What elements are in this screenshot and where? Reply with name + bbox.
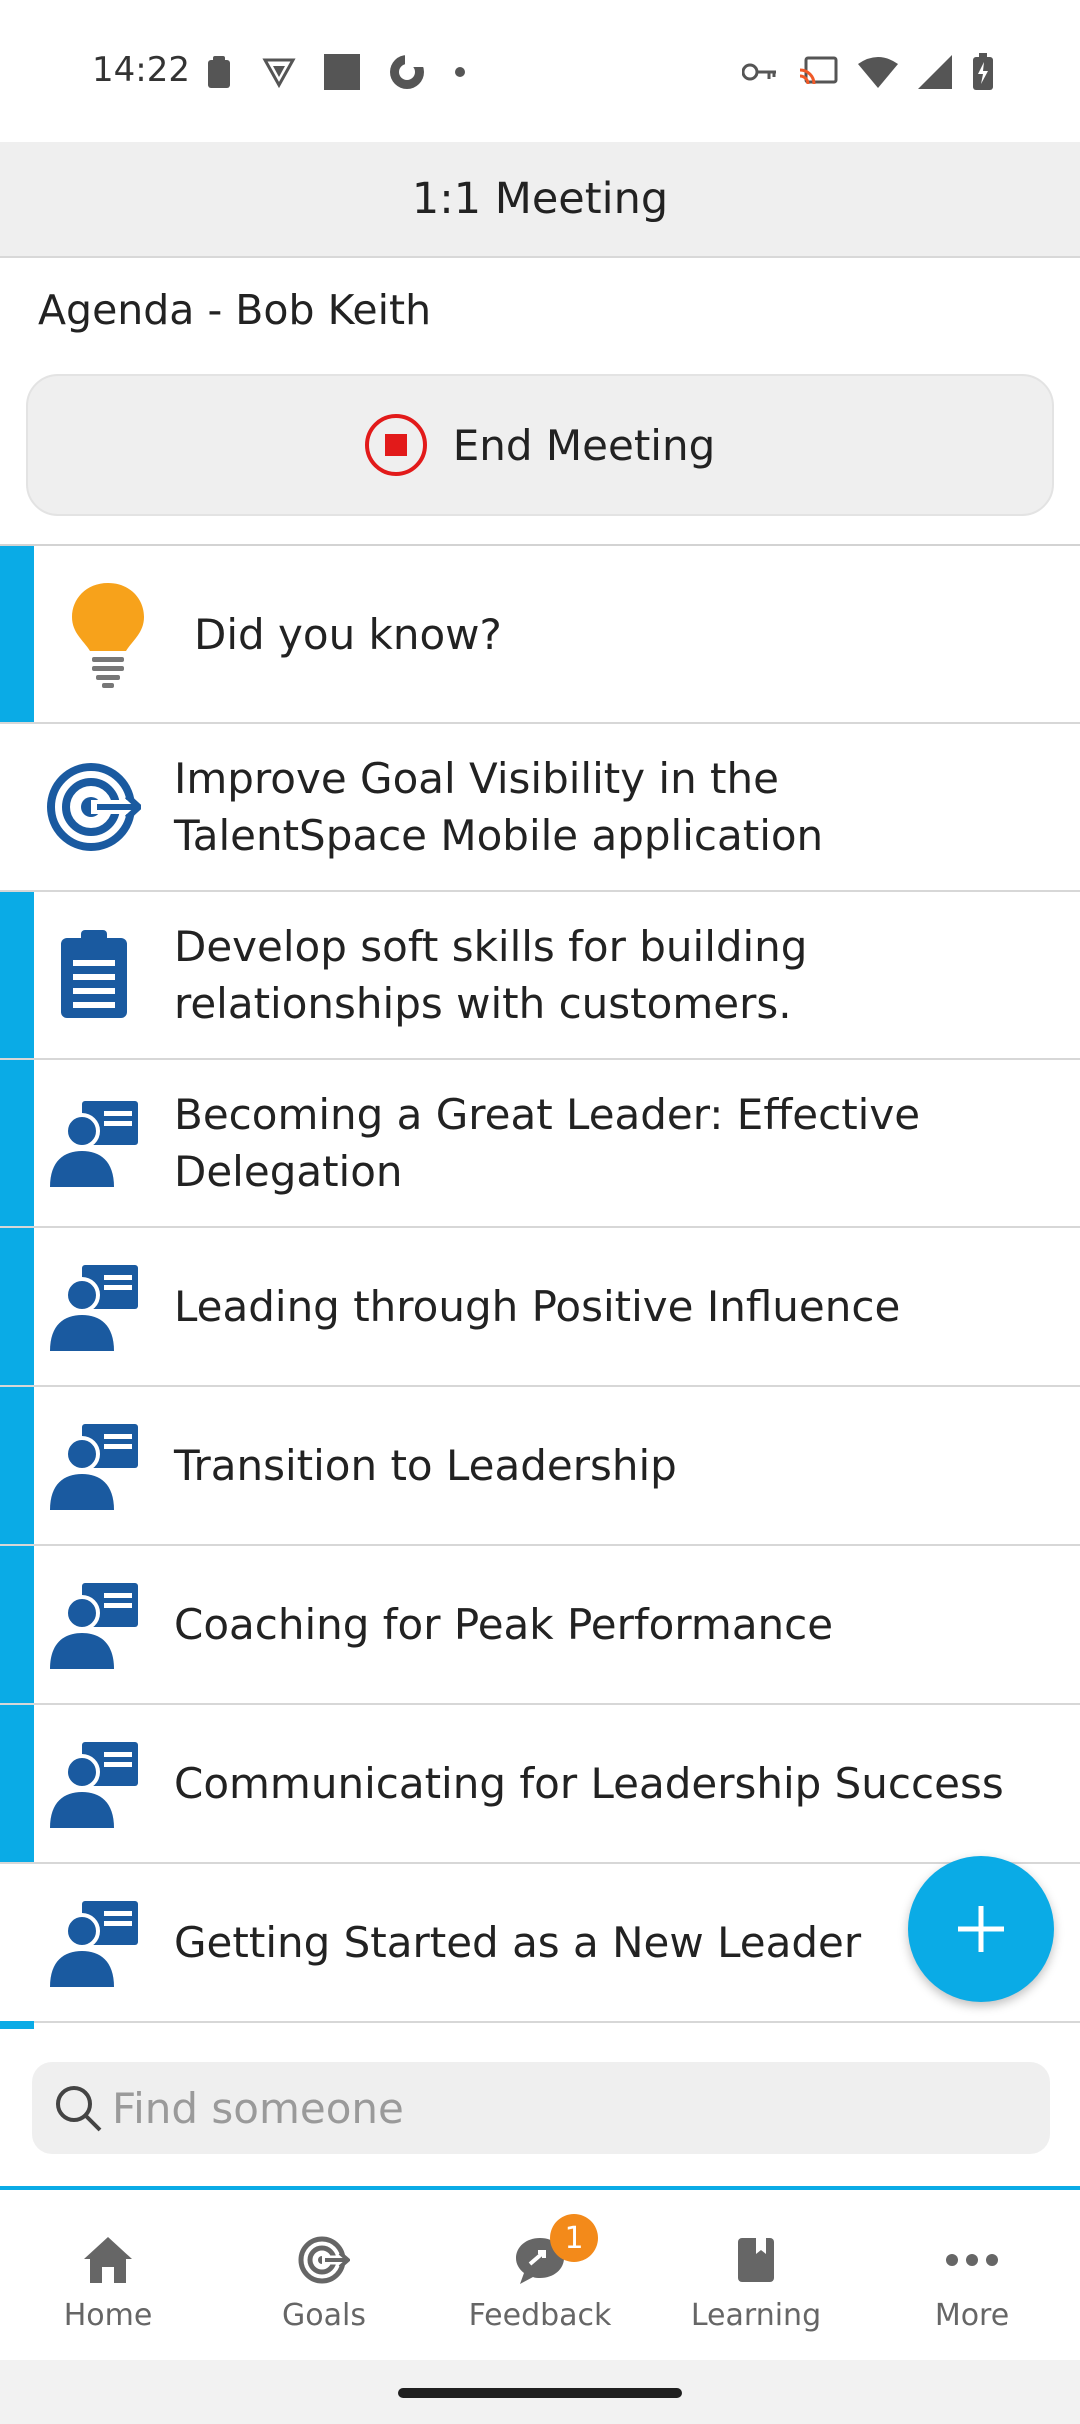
goal-target-icon bbox=[44, 757, 144, 857]
accent-bar bbox=[0, 2021, 34, 2029]
list-item-label: Did you know? bbox=[194, 609, 502, 659]
nav-item-feedback[interactable]: 1 Feedback bbox=[432, 2190, 648, 2360]
clipboard-icon bbox=[208, 56, 230, 88]
agenda-list: Did you know? Improve Goal Visibility in… bbox=[0, 544, 1080, 2023]
list-item-label: Leading through Positive Influence bbox=[174, 1282, 901, 1331]
accent-bar bbox=[0, 1546, 34, 1703]
presenter-icon bbox=[44, 1575, 144, 1675]
goals-icon bbox=[294, 2230, 354, 2290]
list-item-label: Becoming a Great Leader: Effective Deleg… bbox=[174, 1090, 921, 1196]
nav-label: Learning bbox=[690, 2298, 822, 2333]
lightbulb-icon bbox=[58, 583, 158, 688]
search-bar bbox=[0, 2030, 1080, 2188]
status-icons-right bbox=[742, 52, 994, 92]
accent-bar bbox=[0, 892, 34, 1058]
gesture-bar bbox=[0, 2360, 1080, 2424]
key-icon bbox=[742, 63, 776, 81]
page-title: 1:1 Meeting bbox=[411, 174, 669, 224]
feedback-icon: 1 bbox=[510, 2214, 598, 2290]
nav-label: Feedback bbox=[468, 2298, 612, 2333]
accent-bar bbox=[0, 1228, 34, 1385]
shield-icon bbox=[262, 58, 296, 89]
home-indicator[interactable] bbox=[398, 2388, 682, 2398]
notification-badge: 1 bbox=[550, 2214, 598, 2262]
nav-label: More bbox=[934, 2298, 1010, 2333]
agenda-item-learning[interactable]: Communicating for Leadership Success bbox=[0, 1705, 1080, 1864]
presenter-icon bbox=[44, 1093, 144, 1193]
search-icon bbox=[50, 2080, 106, 2136]
list-item-label: Communicating for Leadership Success bbox=[174, 1759, 1004, 1808]
agenda-item-learning[interactable]: Transition to Leadership bbox=[0, 1387, 1080, 1546]
sync-icon bbox=[390, 53, 425, 89]
learning-icon bbox=[726, 2230, 786, 2290]
stop-circle-icon bbox=[364, 414, 427, 476]
agenda-item-did-you-know[interactable]: Did you know? bbox=[0, 546, 1080, 724]
agenda-item-learning[interactable]: Coaching for Peak Performance bbox=[0, 1546, 1080, 1705]
square-icon bbox=[324, 54, 360, 90]
more-icon bbox=[942, 2230, 1002, 2290]
nav-item-learning[interactable]: Learning bbox=[648, 2190, 864, 2360]
nav-item-home[interactable]: Home bbox=[0, 2190, 216, 2360]
agenda-item-learning[interactable]: Leading through Positive Influence bbox=[0, 1228, 1080, 1387]
dot-icon bbox=[455, 67, 465, 77]
agenda-item-learning[interactable]: Becoming a Great Leader: Effective Deleg… bbox=[0, 1060, 1080, 1228]
clipboard-icon bbox=[44, 925, 144, 1025]
nav-label: Goals bbox=[282, 2298, 366, 2333]
end-meeting-label: End Meeting bbox=[452, 420, 716, 470]
cast-icon bbox=[799, 56, 838, 85]
accent-bar bbox=[0, 1387, 34, 1544]
presenter-icon bbox=[44, 1893, 144, 1993]
bottom-nav: Home Goals 1 Feedback Learning More bbox=[0, 2186, 1080, 2360]
accent-bar bbox=[0, 1705, 34, 1862]
accent-bar bbox=[0, 1060, 34, 1226]
agenda-title: Agenda - Bob Keith bbox=[38, 286, 432, 334]
presenter-icon bbox=[44, 1416, 144, 1516]
plus-icon bbox=[958, 1906, 1004, 1952]
agenda-item-development[interactable]: Develop soft skills for building relatio… bbox=[0, 892, 1080, 1060]
status-bar: 14:22 bbox=[0, 0, 1080, 142]
list-item-label: Develop soft skills for building relatio… bbox=[174, 922, 808, 1028]
status-icons-left bbox=[204, 52, 466, 92]
status-time: 14:22 bbox=[92, 50, 190, 90]
accent-bar bbox=[0, 546, 34, 722]
app-header: 1:1 Meeting bbox=[0, 142, 1080, 258]
add-item-button[interactable] bbox=[908, 1856, 1054, 2002]
list-item-label: Transition to Leadership bbox=[174, 1441, 677, 1490]
presenter-icon bbox=[44, 1257, 144, 1357]
nav-item-goals[interactable]: Goals bbox=[216, 2190, 432, 2360]
home-icon bbox=[78, 2230, 138, 2290]
search-input[interactable] bbox=[110, 2082, 1014, 2134]
wifi-icon bbox=[858, 57, 898, 88]
list-item-label: Coaching for Peak Performance bbox=[174, 1600, 834, 1649]
signal-icon bbox=[918, 55, 952, 89]
list-item-label: Improve Goal Visibility in the TalentSpa… bbox=[174, 754, 824, 860]
nav-item-more[interactable]: More bbox=[864, 2190, 1080, 2360]
end-meeting-button[interactable]: End Meeting bbox=[26, 374, 1054, 516]
agenda-item-goal[interactable]: Improve Goal Visibility in the TalentSpa… bbox=[0, 724, 1080, 892]
presenter-icon bbox=[44, 1734, 144, 1834]
search-box[interactable] bbox=[32, 2062, 1050, 2154]
battery-charging-icon bbox=[973, 53, 993, 90]
nav-label: Home bbox=[63, 2298, 153, 2333]
